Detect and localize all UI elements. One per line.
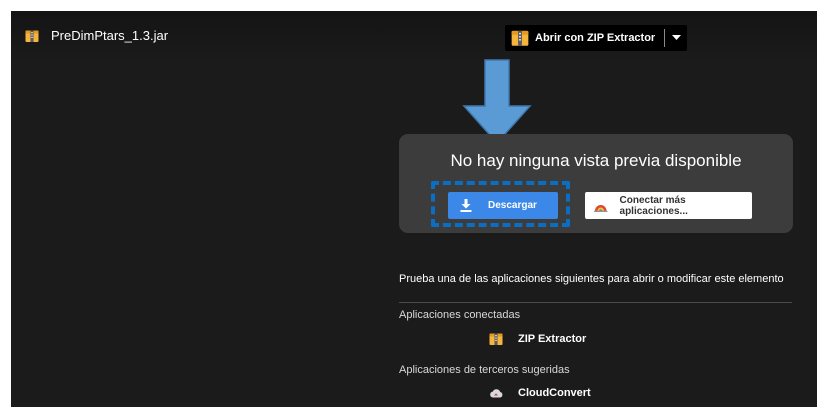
app-name: CloudConvert [518, 387, 591, 399]
third-party-app-cloudconvert[interactable]: CloudConvert [489, 387, 591, 399]
connect-more-apps-label: Conectar más aplicaciones... [619, 194, 688, 217]
download-label: Descargar [488, 200, 537, 211]
zip-extractor-icon [511, 30, 529, 46]
screenshot-stage: PreDimPtars_1.3.jar Abrir con ZIP Extrac… [0, 0, 817, 407]
connected-apps-label: Aplicaciones conectadas [399, 309, 521, 321]
zip-file-icon [25, 30, 39, 42]
zip-extractor-icon [489, 333, 503, 345]
down-arrow-annotation-icon [462, 59, 532, 145]
no-preview-card: No hay ninguna vista previa disponible D… [399, 134, 793, 233]
no-preview-message: No hay ninguna vista previa disponible [450, 151, 742, 170]
download-button[interactable]: Descargar [448, 192, 558, 219]
connected-app-zip-extractor[interactable]: ZIP Extractor [489, 332, 586, 346]
cloudconvert-icon [490, 389, 503, 398]
divider [399, 302, 792, 303]
suggested-apps-heading: Prueba una de las aplicaciones siguiente… [399, 273, 784, 285]
connect-apps-icon [594, 204, 608, 212]
viewer-top-bar: PreDimPtars_1.3.jar Abrir con ZIP Extrac… [11, 11, 817, 63]
download-icon [460, 199, 472, 212]
caret-down-icon [671, 35, 681, 40]
open-with-main-action[interactable]: Abrir con ZIP Extractor [505, 25, 664, 51]
open-with-dropdown-toggle[interactable] [665, 25, 687, 51]
open-with-label: Abrir con ZIP Extractor [535, 32, 656, 44]
file-name: PreDimPtars_1.3.jar [51, 28, 169, 43]
app-name: ZIP Extractor [518, 333, 587, 345]
open-with-button[interactable]: Abrir con ZIP Extractor [505, 25, 688, 51]
file-preview-viewer: PreDimPtars_1.3.jar Abrir con ZIP Extrac… [11, 11, 817, 407]
third-party-apps-label: Aplicaciones de terceros sugeridas [399, 364, 570, 376]
file-title: PreDimPtars_1.3.jar [25, 28, 168, 43]
connect-more-apps-button[interactable]: Conectar más aplicaciones... [585, 192, 752, 219]
